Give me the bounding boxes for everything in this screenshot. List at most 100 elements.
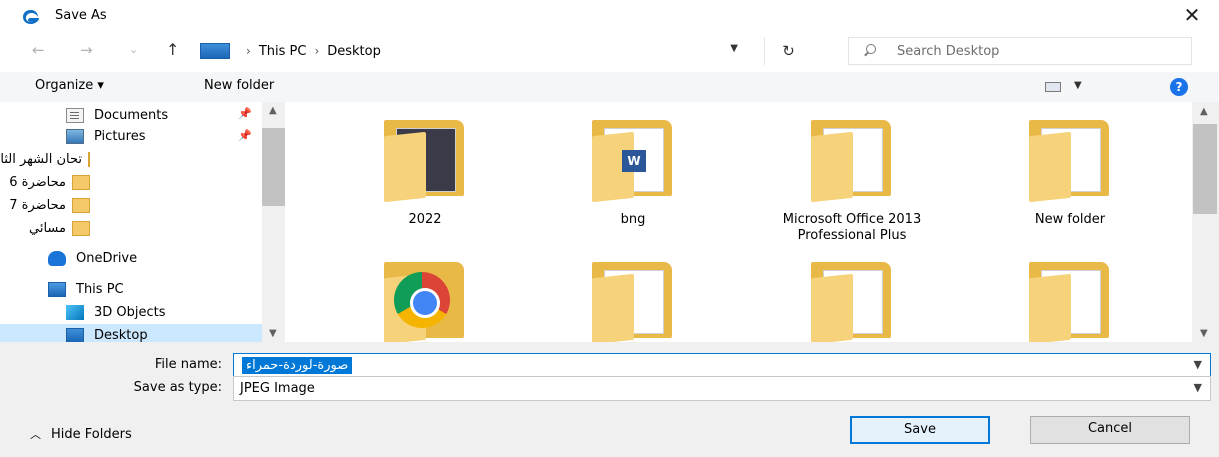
sidebar-item-folder[interactable]: محاضرة 6 <box>0 171 90 193</box>
chevron-down-icon[interactable]: ▼ <box>1074 80 1082 91</box>
list-item[interactable] <box>772 258 932 345</box>
hide-folders-label: Hide Folders <box>51 427 132 442</box>
up-button[interactable]: ↑ <box>166 40 179 59</box>
address-bar[interactable]: › This PC › Desktop ▼ <box>200 37 748 65</box>
file-label: Microsoft Office 2013 Professional Plus <box>782 212 922 243</box>
view-icon[interactable] <box>1045 82 1061 92</box>
pin-icon[interactable]: 📌 <box>238 129 252 142</box>
sidebar-item-onedrive[interactable]: OneDrive <box>48 247 137 269</box>
sidebar-item-label: محاضرة 6 <box>9 174 66 190</box>
forward-button[interactable]: → <box>80 41 93 59</box>
chevron-down-icon[interactable]: ▼ <box>730 43 738 54</box>
sidebar-scroll-thumb[interactable] <box>262 128 285 206</box>
folder-icon <box>72 220 90 236</box>
breadcrumb-desktop[interactable]: Desktop <box>327 44 381 59</box>
help-button[interactable]: ? <box>1170 78 1188 96</box>
folder-icon <box>807 116 897 203</box>
folder-icon <box>72 174 90 190</box>
address-row: ← → ⌄ ↑ › This PC › Desktop ▼ ↻ Search D… <box>0 34 1219 68</box>
file-name-field[interactable]: صورة-لوردة-حمراء ▼ <box>233 353 1211 378</box>
file-list-scroll-thumb[interactable] <box>1193 124 1217 214</box>
sidebar-item-label: محاضرة 7 <box>9 197 66 213</box>
recent-locations-button[interactable]: ⌄ <box>129 43 138 56</box>
file-label: New folder <box>1034 212 1106 227</box>
save-form: File name: صورة-لوردة-حمراء ▼ Save as ty… <box>0 342 1219 457</box>
file-name-value: صورة-لوردة-حمراء <box>242 357 353 374</box>
cloud-icon <box>48 250 66 266</box>
save-type-value: JPEG Image <box>240 381 315 396</box>
sidebar-item-this-pc[interactable]: This PC <box>48 278 124 300</box>
save-button[interactable]: Save <box>850 416 990 444</box>
folder-icon: W <box>588 116 678 203</box>
list-item[interactable]: W bng <box>553 116 713 228</box>
refresh-button[interactable]: ↻ <box>764 37 812 65</box>
sidebar-item-label: تحان الشهر الثاني <box>0 151 82 167</box>
save-type-select[interactable]: JPEG Image ▼ <box>233 376 1211 401</box>
chevron-down-icon[interactable]: ▼ <box>1194 381 1202 394</box>
folder-icon <box>380 258 470 345</box>
documents-icon <box>66 107 84 123</box>
scroll-down-icon[interactable]: ▼ <box>269 328 277 339</box>
sidebar-item-label: Documents <box>94 107 169 123</box>
breadcrumb-separator[interactable]: › <box>314 44 319 58</box>
sidebar-item-pictures[interactable]: Pictures <box>66 125 145 147</box>
file-label: 2022 <box>408 212 442 227</box>
sidebar-item-label: Pictures <box>94 128 146 144</box>
scroll-down-icon[interactable]: ▼ <box>1200 328 1208 339</box>
folder-icon <box>1025 116 1115 203</box>
sidebar-item-folder[interactable]: تحان الشهر الثاني <box>0 148 90 170</box>
hide-folders-button[interactable]: ︿ Hide Folders <box>30 426 132 442</box>
pin-icon[interactable]: 📌 <box>238 107 252 120</box>
desktop-icon <box>66 327 84 343</box>
file-label: bng <box>620 212 646 227</box>
sidebar-item-label: مسائي <box>29 220 66 236</box>
computer-icon <box>48 281 66 297</box>
folder-icon <box>380 116 470 203</box>
title-bar: Save As ✕ <box>0 0 1219 32</box>
command-bar: Organize ▾ New folder ▼ ? <box>0 72 1219 102</box>
organize-button[interactable]: Organize ▾ <box>35 78 104 93</box>
sidebar-item-label: This PC <box>76 281 124 297</box>
this-pc-icon <box>200 43 230 59</box>
word-icon: W <box>622 150 646 172</box>
edge-icon <box>22 9 40 25</box>
breadcrumb-separator[interactable]: › <box>246 44 251 58</box>
list-item[interactable]: Microsoft Office 2013 Professional Plus <box>772 116 932 244</box>
folder-icon <box>807 258 897 345</box>
cube-icon <box>66 304 84 320</box>
navigation-pane: Documents 📌 Pictures 📌 تحان الشهر الثاني… <box>0 102 285 346</box>
chrome-icon <box>394 272 450 328</box>
sidebar-item-documents[interactable]: Documents <box>66 104 168 126</box>
list-item[interactable]: New folder <box>990 116 1150 228</box>
sidebar-item-label: 3D Objects <box>94 304 166 320</box>
sidebar-item-folder[interactable]: مسائي <box>0 217 90 239</box>
folder-icon <box>88 151 90 167</box>
folder-icon <box>1025 258 1115 345</box>
search-input[interactable]: Search Desktop <box>848 37 1192 65</box>
sidebar-item-folder[interactable]: محاضرة 7 <box>0 194 90 216</box>
list-item[interactable] <box>345 258 505 345</box>
list-item[interactable] <box>990 258 1150 345</box>
sidebar-item-label: Desktop <box>94 327 148 343</box>
scroll-up-icon[interactable]: ▲ <box>1200 106 1208 117</box>
sidebar-item-label: OneDrive <box>76 250 138 266</box>
scroll-up-icon[interactable]: ▲ <box>269 105 277 116</box>
window-title: Save As <box>55 8 107 23</box>
file-list: 2022 W bng Microsoft Office 2013 Profess… <box>290 102 1219 345</box>
chevron-down-icon[interactable]: ▼ <box>1194 358 1202 371</box>
list-item[interactable]: 2022 <box>345 116 505 228</box>
new-folder-button[interactable]: New folder <box>204 78 274 93</box>
close-button[interactable]: ✕ <box>1177 2 1207 30</box>
folder-icon <box>72 197 90 213</box>
pictures-icon <box>66 128 84 144</box>
list-item[interactable] <box>553 258 713 345</box>
search-placeholder: Search Desktop <box>897 43 1000 59</box>
folder-icon <box>588 258 678 345</box>
save-type-label: Save as type: <box>133 380 222 395</box>
chevron-up-icon: ︿ <box>30 428 41 441</box>
cancel-button[interactable]: Cancel <box>1030 416 1190 444</box>
file-name-label: File name: <box>154 357 222 372</box>
back-button[interactable]: ← <box>32 41 45 59</box>
sidebar-item-3d-objects[interactable]: 3D Objects <box>66 301 166 323</box>
breadcrumb-this-pc[interactable]: This PC <box>259 44 307 59</box>
